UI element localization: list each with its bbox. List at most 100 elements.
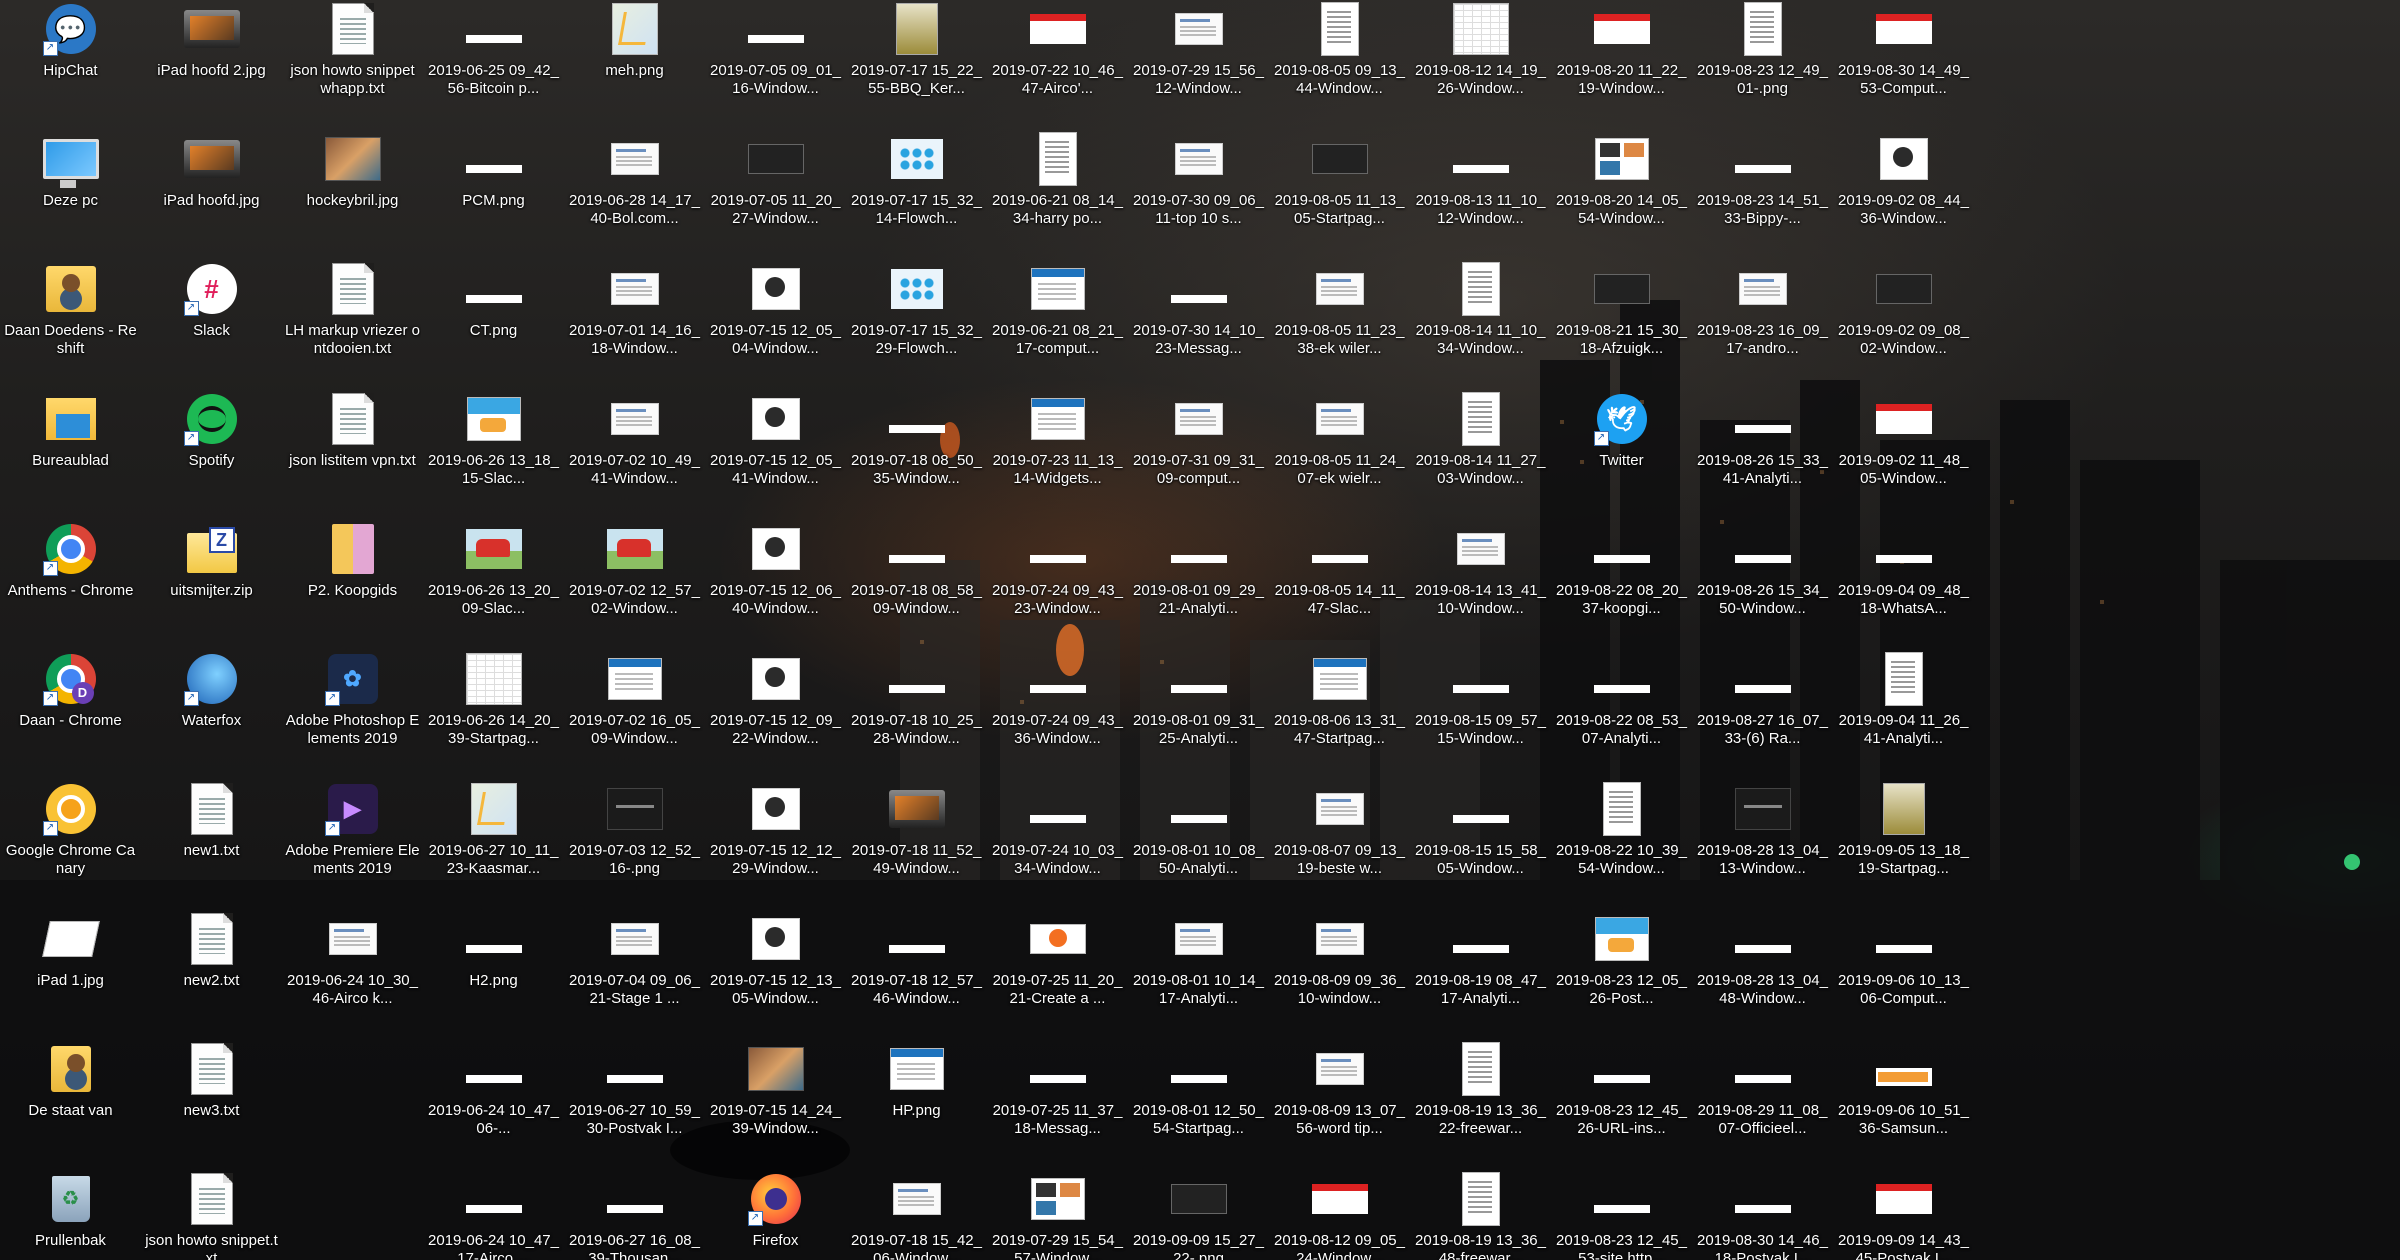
desktop-icon[interactable]: 2019-07-18 11_52_49-Window... — [846, 780, 987, 910]
desktop-icon[interactable]: Deze pc — [0, 130, 141, 260]
desktop-icon[interactable]: 2019-07-15 14_24_39-Window... — [705, 1040, 846, 1170]
desktop-icon[interactable]: 2019-09-06 10_51_36-Samsun... — [1833, 1040, 1974, 1170]
desktop-icon[interactable]: 2019-07-02 16_05_09-Window... — [564, 650, 705, 780]
desktop-icon[interactable]: 2019-06-21 08_14_34-harry po... — [987, 130, 1128, 260]
desktop-icon[interactable]: 2019-06-24 10_30_46-Airco k... — [282, 910, 423, 1040]
desktop-icon[interactable]: 2019-08-23 16_09_17-andro... — [1692, 260, 1833, 390]
desktop-icon[interactable]: LH markup vriezer ontdooien.txt — [282, 260, 423, 390]
desktop-icon[interactable]: 2019-08-30 14_49_53-Comput... — [1833, 0, 1974, 130]
desktop-icon[interactable]: 2019-09-02 09_08_02-Window... — [1833, 260, 1974, 390]
desktop-icon[interactable]: 2019-08-01 10_08_50-Analyti... — [1128, 780, 1269, 910]
desktop-icon[interactable]: 2019-08-30 14_46_18-Postvak I... — [1692, 1170, 1833, 1260]
desktop-icon[interactable]: uitsmijter.zip — [141, 520, 282, 650]
desktop-icon[interactable]: 2019-07-15 12_12_29-Window... — [705, 780, 846, 910]
desktop-icon[interactable]: 2019-07-15 12_06_40-Window... — [705, 520, 846, 650]
desktop-icon[interactable]: 2019-07-15 12_05_04-Window... — [705, 260, 846, 390]
desktop-icon[interactable]: ↗ Spotify — [141, 390, 282, 520]
desktop-icon[interactable]: json listitem vpn.txt — [282, 390, 423, 520]
desktop-icon[interactable]: 2019-08-01 09_29_21-Analyti... — [1128, 520, 1269, 650]
desktop-icon[interactable]: 2019-09-06 10_13_06-Comput... — [1833, 910, 1974, 1040]
desktop-icon[interactable]: 2019-08-19 13_36_48-freewar... — [1410, 1170, 1551, 1260]
desktop-icon[interactable]: 2019-08-28 13_04_48-Window... — [1692, 910, 1833, 1040]
desktop-icon[interactable]: 🕊 ↗ Twitter — [1551, 390, 1692, 520]
desktop-icon[interactable]: 2019-07-17 15_22_55-BBQ_Ker... — [846, 0, 987, 130]
desktop-icon[interactable]: Prullenbak — [0, 1170, 141, 1260]
desktop-icon[interactable]: ✿ ↗ Adobe Photoshop Elements 2019 — [282, 650, 423, 780]
desktop-icon[interactable]: HP.png — [846, 1040, 987, 1170]
desktop-icon[interactable]: 2019-07-25 11_37_18-Messag... — [987, 1040, 1128, 1170]
desktop-icon[interactable]: 2019-06-28 14_17_40-Bol.com... — [564, 130, 705, 260]
desktop-icon[interactable]: 2019-08-09 13_07_56-word tip... — [1269, 1040, 1410, 1170]
desktop-icon[interactable]: De staat van — [0, 1040, 141, 1170]
desktop-icon[interactable]: 2019-07-18 08_58_09-Window... — [846, 520, 987, 650]
desktop-icon[interactable]: 2019-08-20 14_05_54-Window... — [1551, 130, 1692, 260]
desktop-icon[interactable]: new2.txt — [141, 910, 282, 1040]
desktop-icon[interactable]: 2019-07-15 12_05_41-Window... — [705, 390, 846, 520]
desktop-icon[interactable]: hockeybril.jpg — [282, 130, 423, 260]
desktop-icon[interactable]: 2019-07-02 10_49_41-Window... — [564, 390, 705, 520]
desktop-icon[interactable]: 2019-06-27 10_11_23-Kaasmar... — [423, 780, 564, 910]
desktop-icon[interactable]: 2019-08-09 09_36_10-window... — [1269, 910, 1410, 1040]
desktop-icon[interactable]: 2019-08-01 09_31_25-Analyti... — [1128, 650, 1269, 780]
desktop-icon[interactable]: D ↗ Daan - Chrome — [0, 650, 141, 780]
desktop-icon[interactable]: 2019-06-26 14_20_39-Startpag... — [423, 650, 564, 780]
desktop-icon[interactable]: 2019-08-26 15_33_41-Analyti... — [1692, 390, 1833, 520]
desktop-icon[interactable]: 2019-06-24 10_47_17-Airco ... — [423, 1170, 564, 1260]
desktop-icon[interactable]: PCM.png — [423, 130, 564, 260]
desktop-icon[interactable]: 2019-07-18 10_25_28-Window... — [846, 650, 987, 780]
desktop-icon[interactable]: 2019-09-09 14_43_45-Postvak I... — [1833, 1170, 1974, 1260]
desktop-icon[interactable]: 2019-08-22 10_39_54-Window... — [1551, 780, 1692, 910]
desktop-icon[interactable]: 2019-08-05 11_24_07-ek wielr... — [1269, 390, 1410, 520]
desktop-icon[interactable]: 2019-08-19 13_36_22-freewar... — [1410, 1040, 1551, 1170]
desktop-icon[interactable]: 2019-08-28 13_04_13-Window... — [1692, 780, 1833, 910]
desktop-icon[interactable]: 2019-08-05 11_13_05-Startpag... — [1269, 130, 1410, 260]
desktop-icon[interactable]: 2019-08-23 12_45_26-URL-ins... — [1551, 1040, 1692, 1170]
desktop-icon[interactable]: ↗ Waterfox — [141, 650, 282, 780]
desktop-icon[interactable]: 2019-09-04 09_48_18-WhatsA... — [1833, 520, 1974, 650]
desktop-icon[interactable]: 2019-08-22 08_53_07-Analyti... — [1551, 650, 1692, 780]
desktop[interactable]: 💬 ↗ HipChat Deze pc Daan Doedens - Reshift Bu… — [0, 0, 2400, 1260]
desktop-icon[interactable]: 2019-08-13 11_10_12-Window... — [1410, 130, 1551, 260]
desktop-icon[interactable]: 2019-08-27 16_07_33-(6) Ra... — [1692, 650, 1833, 780]
desktop-icon[interactable]: 2019-07-31 09_31_09-comput... — [1128, 390, 1269, 520]
desktop-icon[interactable]: 2019-08-19 08_47_17-Analyti... — [1410, 910, 1551, 1040]
desktop-icon[interactable]: json howto snippet whapp.txt — [282, 0, 423, 130]
desktop-icon[interactable]: 2019-08-12 14_19_26-Window... — [1410, 0, 1551, 130]
desktop-icon[interactable]: 2019-07-24 09_43_23-Window... — [987, 520, 1128, 650]
desktop-icon[interactable]: Daan Doedens - Reshift — [0, 260, 141, 390]
desktop-icon[interactable]: ↗ Anthems - Chrome — [0, 520, 141, 650]
desktop-icon[interactable]: iPad hoofd 2.jpg — [141, 0, 282, 130]
desktop-icon[interactable]: 💬 ↗ HipChat — [0, 0, 141, 130]
desktop-icon[interactable]: 2019-08-05 11_23_38-ek wiler... — [1269, 260, 1410, 390]
desktop-icon[interactable]: P2. Koopgids — [282, 520, 423, 650]
desktop-icon[interactable]: 2019-06-21 08_21_17-comput... — [987, 260, 1128, 390]
desktop-icon[interactable]: 2019-07-30 14_10_23-Messag... — [1128, 260, 1269, 390]
desktop-icon[interactable]: H2.png — [423, 910, 564, 1040]
desktop-icon[interactable]: 2019-08-15 15_58_05-Window... — [1410, 780, 1551, 910]
desktop-icon[interactable]: 2019-07-23 11_13_14-Widgets... — [987, 390, 1128, 520]
desktop-icon[interactable]: 2019-08-07 09_13_19-beste w... — [1269, 780, 1410, 910]
desktop-icon[interactable]: 2019-07-18 12_57_46-Window... — [846, 910, 987, 1040]
desktop-icon[interactable]: 2019-09-09 15_27_22-.png — [1128, 1170, 1269, 1260]
desktop-icon[interactable]: Bureaublad — [0, 390, 141, 520]
desktop-icon[interactable]: 2019-06-26 13_20_09-Slac... — [423, 520, 564, 650]
desktop-icon[interactable]: 2019-07-24 10_03_34-Window... — [987, 780, 1128, 910]
desktop-icon[interactable]: 2019-07-25 11_20_21-Create a ... — [987, 910, 1128, 1040]
desktop-icon[interactable]: 2019-07-17 15_32_29-Flowch... — [846, 260, 987, 390]
desktop-icon[interactable]: 2019-07-15 12_13_05-Window... — [705, 910, 846, 1040]
desktop-icon[interactable]: 2019-08-05 14_11_47-Slac... — [1269, 520, 1410, 650]
desktop-icon[interactable]: iPad 1.jpg — [0, 910, 141, 1040]
desktop-icon[interactable]: 2019-07-03 12_52_16-.png — [564, 780, 705, 910]
desktop-icon[interactable]: 2019-08-23 12_49_01-.png — [1692, 0, 1833, 130]
desktop-icon[interactable]: 2019-08-01 10_14_17-Analyti... — [1128, 910, 1269, 1040]
desktop-icon[interactable]: 2019-08-20 11_22_19-Window... — [1551, 0, 1692, 130]
desktop-icon[interactable]: 2019-07-15 12_09_22-Window... — [705, 650, 846, 780]
desktop-icon[interactable]: 2019-08-14 11_10_34-Window... — [1410, 260, 1551, 390]
desktop-icon[interactable]: ↗ Google Chrome Canary — [0, 780, 141, 910]
desktop-icon[interactable]: 2019-06-26 13_18_15-Slac... — [423, 390, 564, 520]
desktop-icon[interactable]: 2019-08-06 13_31_47-Startpag... — [1269, 650, 1410, 780]
desktop-icon[interactable]: 2019-08-12 09_05_24-Window... — [1269, 1170, 1410, 1260]
desktop-icon[interactable]: 2019-07-22 10_46_47-Airco'... — [987, 0, 1128, 130]
desktop-icon[interactable]: 2019-07-04 09_06_21-Stage 1 ... — [564, 910, 705, 1040]
desktop-icon[interactable]: 2019-07-18 15_42_06-Window... — [846, 1170, 987, 1260]
